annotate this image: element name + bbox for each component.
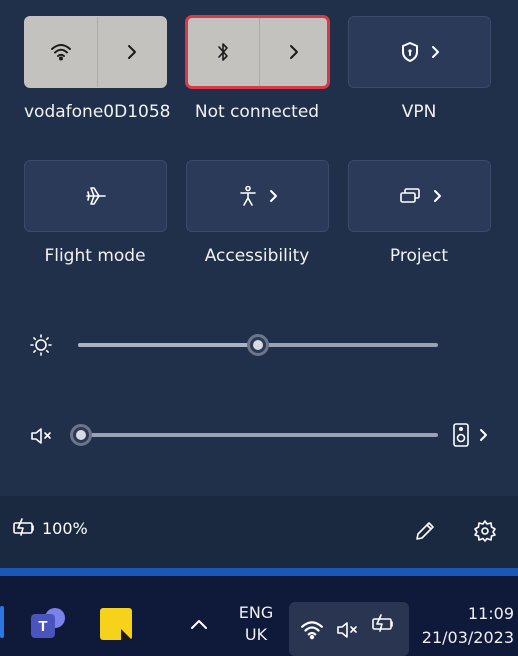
vpn-shield-icon xyxy=(401,42,418,62)
chevron-right-icon xyxy=(433,190,441,202)
system-tray-group[interactable] xyxy=(289,602,409,656)
bluetooth-icon xyxy=(218,43,228,61)
audio-output-button[interactable] xyxy=(452,422,488,448)
airplane-icon xyxy=(85,187,106,205)
taskbar-app-indicator xyxy=(0,606,4,638)
chevron-right-icon xyxy=(480,429,487,441)
input-language-indicator[interactable]: ENG UK xyxy=(232,602,280,646)
wifi-icon xyxy=(301,621,323,640)
volume-slider-thumb[interactable] xyxy=(70,424,92,446)
battery-charging-icon[interactable] xyxy=(12,518,36,536)
chevron-right-icon xyxy=(128,45,136,59)
bluetooth-tile-label: Not connected xyxy=(194,102,320,122)
clock[interactable]: 11:09 21/03/2023 xyxy=(418,602,518,650)
language-code: ENG xyxy=(238,603,274,622)
speaker-muted-icon[interactable] xyxy=(29,426,53,446)
clock-time: 11:09 xyxy=(467,604,514,623)
gear-icon[interactable] xyxy=(473,519,497,543)
wifi-tile-label: vodafone0D1058 xyxy=(24,102,171,122)
speaker-device-icon xyxy=(453,423,469,447)
clock-date: 21/03/2023 xyxy=(421,628,514,647)
quick-settings-panel: vodafone0D1058 Not connected VPN Flight … xyxy=(0,0,518,496)
wifi-icon xyxy=(51,44,71,61)
brightness-icon xyxy=(30,334,52,356)
sticky-notes-icon[interactable] xyxy=(100,608,132,640)
brightness-slider-thumb[interactable] xyxy=(247,334,269,356)
quick-settings-footer: 100% xyxy=(0,496,518,568)
brightness-slider-fill xyxy=(78,343,258,347)
flight-mode-tile-label: Flight mode xyxy=(44,246,146,266)
battery-charging-icon xyxy=(372,614,393,632)
vpn-tile[interactable] xyxy=(348,16,491,88)
pencil-icon[interactable] xyxy=(413,519,437,543)
bluetooth-tile[interactable] xyxy=(185,15,330,89)
chevron-right-icon xyxy=(290,45,298,59)
accessibility-tile[interactable] xyxy=(186,160,329,232)
language-region: UK xyxy=(244,625,268,644)
project-tile[interactable] xyxy=(348,160,491,232)
wifi-expand-button[interactable] xyxy=(98,17,166,87)
battery-percentage: 100% xyxy=(42,519,88,538)
chevron-up-icon[interactable] xyxy=(190,618,208,630)
speaker-muted-icon xyxy=(337,622,357,638)
project-tile-label: Project xyxy=(389,246,449,266)
project-icon xyxy=(399,188,420,203)
accessibility-tile-label: Accessibility xyxy=(204,246,310,266)
teams-icon[interactable]: T xyxy=(31,606,67,642)
chevron-right-icon xyxy=(269,190,277,202)
taskbar: T ENG UK 11:09 21/03/2023 xyxy=(0,568,518,656)
wifi-toggle[interactable] xyxy=(25,17,98,87)
accessibility-icon xyxy=(239,185,256,206)
vpn-tile-label: VPN xyxy=(401,102,437,122)
bluetooth-toggle[interactable] xyxy=(187,17,260,87)
flight-mode-tile[interactable] xyxy=(24,160,167,232)
chevron-right-icon xyxy=(431,46,439,58)
volume-slider[interactable] xyxy=(78,433,438,437)
bluetooth-expand-button[interactable] xyxy=(260,17,328,87)
wifi-tile[interactable] xyxy=(24,16,167,88)
